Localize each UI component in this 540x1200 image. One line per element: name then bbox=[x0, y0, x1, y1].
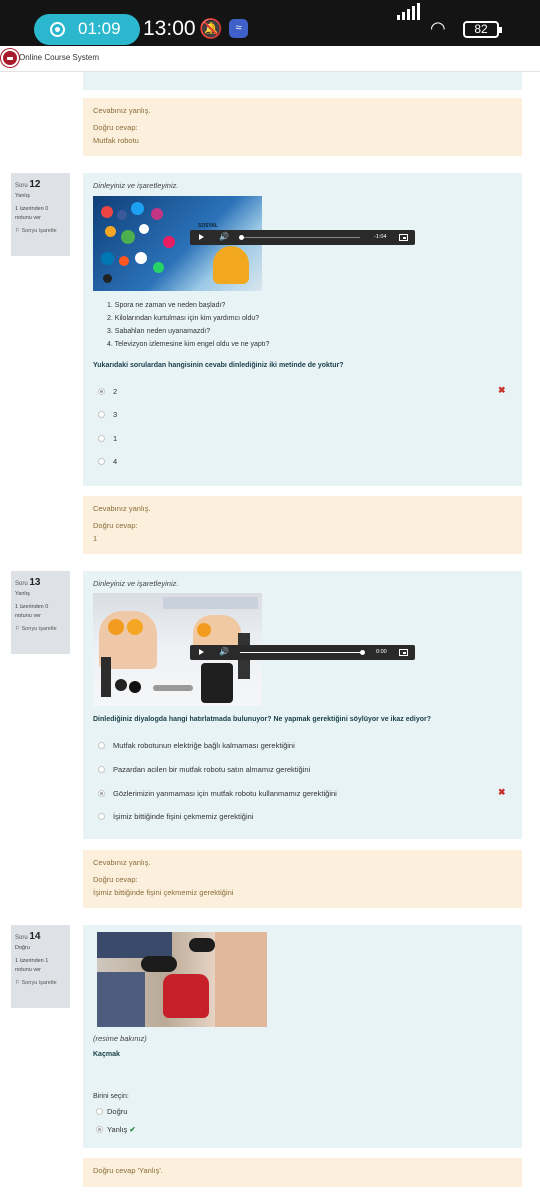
question-instruction: Dinleyiniz ve işaretleyiniz. bbox=[93, 579, 179, 588]
choose-label: Birini seçin: bbox=[93, 1093, 129, 1100]
feedback-correct-label: Doğru cevap: bbox=[93, 123, 138, 132]
answer-radio[interactable] bbox=[98, 435, 105, 442]
site-name[interactable]: Online Course System bbox=[19, 53, 99, 62]
answer-option-label[interactable]: Pazardan acilen bir mutfak robotu satın … bbox=[113, 765, 310, 774]
flag-icon: ⚐ bbox=[15, 227, 20, 234]
answer-option-label[interactable]: 1 bbox=[113, 434, 117, 443]
answer-option-label[interactable]: 3 bbox=[113, 410, 117, 419]
progress-track[interactable] bbox=[240, 652, 362, 653]
flag-question-link[interactable]: ⚐ Sorıyu işaretle bbox=[15, 625, 66, 633]
answer-option-label[interactable]: Doğru bbox=[107, 1107, 127, 1116]
answer-radio[interactable] bbox=[98, 766, 105, 773]
progress-knob[interactable] bbox=[360, 650, 365, 655]
answer-option-label-wrap[interactable]: Yanlış ✔ bbox=[107, 1125, 136, 1134]
audio-player[interactable]: 🔊 0:00 bbox=[190, 645, 415, 660]
answer-option-label[interactable]: Mutfak robotunun elektriğe bağlı kalmama… bbox=[113, 741, 295, 750]
question-instruction: (resime bakınız) bbox=[93, 1034, 147, 1043]
audio-player[interactable]: 🔊 -1:04 bbox=[190, 230, 415, 245]
question-list-item: 1. Spora ne zaman ve neden başladı? bbox=[107, 302, 226, 309]
record-icon bbox=[50, 22, 65, 37]
answer-radio[interactable] bbox=[98, 411, 105, 418]
question-11-content bbox=[83, 72, 522, 90]
question-number: Soru 14 bbox=[15, 931, 41, 942]
answer-radio[interactable] bbox=[98, 742, 105, 749]
answer-option-label[interactable]: 2 bbox=[113, 387, 117, 396]
question-prompt: Dinlediğiniz diyalogda hangi hatırlatmad… bbox=[93, 716, 432, 723]
feedback-correct-label: Doğru cevap: bbox=[93, 875, 138, 884]
timer-text: 01:09 bbox=[78, 19, 121, 38]
question-12-info: Soru 12 Yanlış 1 üzerinden 0 notunu ver … bbox=[11, 173, 70, 256]
volume-icon[interactable]: 🔊 bbox=[219, 232, 229, 241]
question-number: Soru 12 bbox=[15, 179, 41, 190]
image-caption: SOSYAL bbox=[198, 223, 219, 229]
play-icon[interactable] bbox=[199, 649, 204, 655]
question-state: Doğru bbox=[15, 945, 30, 951]
question-14-info: Soru 14 Doğru 1 üzerinden 1 notunu ver ⚐… bbox=[11, 925, 70, 1008]
wifi-icon: ◠ bbox=[430, 18, 446, 38]
question-list-item: 4. Televizyon izlemesine kim engel oldu … bbox=[107, 341, 270, 348]
feedback-result: Cevabınız yanlış. bbox=[93, 504, 151, 513]
feedback-correct-answer: İşimiz bittiğinde fişini çekmemiz gerekt… bbox=[93, 888, 234, 897]
feedback-result: Cevabınız yanlış. bbox=[93, 106, 151, 115]
correct-check-icon: ✔ bbox=[129, 1125, 136, 1134]
answer-radio[interactable] bbox=[96, 1108, 103, 1115]
flag-question-link[interactable]: ⚐ Sorıyu işaretle bbox=[15, 227, 66, 235]
question-instruction: Dinleyiniz ve işaretleyiniz. bbox=[93, 181, 179, 190]
progress-knob[interactable] bbox=[239, 235, 244, 240]
flag-icon: ⚐ bbox=[15, 625, 20, 632]
play-icon[interactable] bbox=[199, 234, 204, 240]
battery-indicator: 82 bbox=[463, 21, 502, 38]
player-time: -1:04 bbox=[374, 234, 387, 240]
picture-in-picture-icon[interactable] bbox=[399, 649, 408, 656]
answer-radio[interactable] bbox=[98, 790, 105, 797]
question-list-item: 2. Kilolarından kurtulması için kim yard… bbox=[107, 315, 260, 322]
feedback-correct-answer: 1 bbox=[93, 534, 98, 543]
answer-radio[interactable] bbox=[98, 813, 105, 820]
notification-app-icon: ≈ bbox=[229, 19, 248, 38]
picture-in-picture-icon[interactable] bbox=[399, 234, 408, 241]
question-state: Yanlış bbox=[15, 591, 30, 597]
progress-track[interactable] bbox=[240, 237, 360, 238]
mute-icon: 🔕 bbox=[199, 19, 223, 40]
answer-option-label[interactable]: 4 bbox=[113, 457, 117, 466]
question-number: Soru 13 bbox=[15, 577, 41, 588]
flag-question-link[interactable]: ⚐ Sorıyu işaretle bbox=[15, 979, 66, 987]
question-score: 1 üzerinden 1 notunu ver bbox=[15, 958, 49, 973]
feedback-correct-label: Doğru cevap: bbox=[93, 521, 138, 530]
status-bar: 01:09 13:00 🔕 ≈ ◠ 82 bbox=[0, 0, 540, 46]
answer-radio[interactable] bbox=[96, 1126, 103, 1133]
question-score: 1 üzerinden 0 notunu ver bbox=[15, 206, 49, 221]
answer-radio[interactable] bbox=[98, 458, 105, 465]
question-prompt: Kaçmak bbox=[93, 1051, 120, 1058]
answer-option-label[interactable]: Gözlerimizin yanmaması için mutfak robot… bbox=[113, 789, 337, 798]
feedback-correct-answer: Mutfak robotu bbox=[93, 136, 139, 145]
feedback-correct-answer: Doğru cevap 'Yanlış'. bbox=[93, 1166, 163, 1175]
volume-icon[interactable]: 🔊 bbox=[219, 647, 229, 656]
screen-record-timer[interactable]: 01:09 bbox=[34, 14, 140, 45]
question-13-info: Soru 13 Yanlış 1 üzerinden 0 notunu ver … bbox=[11, 571, 70, 654]
player-time: 0:00 bbox=[376, 649, 387, 655]
answer-option-label[interactable]: İşimiz bittiğinde fişini çekmemiz gerekt… bbox=[113, 812, 253, 821]
question-prompt: Yukarıdaki sorulardan hangisinin cevabı … bbox=[93, 362, 344, 369]
question-list-item: 3. Sabahları neden uyanamazdı? bbox=[107, 328, 211, 335]
answer-radio[interactable] bbox=[98, 388, 105, 395]
site-logo-icon[interactable] bbox=[1, 49, 19, 67]
flag-icon: ⚐ bbox=[15, 979, 20, 986]
feedback-result: Cevabınız yanlış. bbox=[93, 858, 151, 867]
bag-theft-image bbox=[97, 932, 267, 1027]
question-state: Yanlış bbox=[15, 193, 30, 199]
incorrect-icon: ✖ bbox=[498, 787, 506, 797]
question-score: 1 üzerinden 0 notunu ver bbox=[15, 604, 49, 619]
incorrect-icon: ✖ bbox=[498, 385, 506, 395]
top-navbar: Online Course System bbox=[0, 46, 540, 72]
answer-option-label[interactable]: Yanlış bbox=[107, 1125, 127, 1134]
clock: 13:00 bbox=[143, 17, 196, 40]
